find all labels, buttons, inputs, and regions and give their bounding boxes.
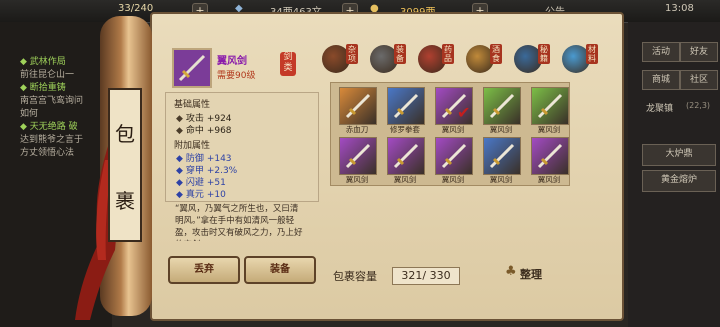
quest-line: 方丈领悟心法 (20, 148, 75, 158)
attr-label: 命中 (185, 126, 204, 136)
stamina-value: 33/240 (118, 3, 154, 14)
inventory-grid: 赤血刀 修罗拳套 翼风剑 翼风剑 翼风剑 翼风剑 翼风剑 翼风剑 翼风剑 翼风剑 ✔ (330, 82, 570, 186)
tab-label[interactable]: 装备 (394, 44, 406, 64)
item-label: 翼风剑 (489, 125, 513, 134)
inventory-slot[interactable] (435, 137, 473, 175)
inventory-slot[interactable] (387, 87, 425, 125)
inventory-slot[interactable] (483, 137, 521, 175)
equip-button[interactable]: 装备 (244, 256, 316, 284)
quest-line[interactable]: ◆ 断拾重铸 (20, 80, 66, 93)
tab-label[interactable]: 秘籍 (538, 44, 550, 64)
community-button[interactable]: 社区 (680, 70, 718, 90)
weapon-icon (489, 93, 515, 119)
tab-label[interactable]: 杂项 (346, 44, 358, 64)
weapon-icon (345, 93, 371, 119)
weapon-icon (537, 143, 563, 169)
capacity-value: 321/ 330 (392, 267, 460, 285)
quest-line: 如何 (20, 109, 39, 119)
discard-label: 丢弃 (194, 264, 214, 275)
item-label: 翼风剑 (441, 175, 465, 184)
extra-attr-title: 附加属性 (174, 141, 211, 151)
title-char-1: 包 (115, 122, 135, 146)
item-label: 翼风剑 (537, 125, 561, 134)
weapon-icon (345, 143, 371, 169)
inventory-slot[interactable] (483, 87, 521, 125)
inventory-title-label: 包 裹 (108, 88, 142, 242)
quest-line: 南宫宫飞鸾询问 (20, 96, 84, 106)
sort-button[interactable]: 整理 (520, 266, 542, 282)
discard-button[interactable]: 丢弃 (168, 256, 240, 284)
quest-line: 前往昆仑山一 (20, 70, 75, 80)
attributes-panel: 基础属性 ◆ 攻击 +924 ◆ 命中 +968 附加属性 ◆ 防御 +143 ◆ 穿甲… (165, 92, 319, 202)
item-type-badge: 剑类 (280, 52, 296, 76)
tab-label[interactable]: 药品 (442, 44, 454, 64)
weapon-icon (489, 143, 515, 169)
weapon-icon (393, 143, 419, 169)
equip-label: 装备 (270, 264, 290, 275)
attr-row: ◆ 命中 +968 (176, 126, 232, 136)
location-coord: (22,3) (686, 101, 711, 110)
selected-check-icon: ✔ (457, 103, 471, 122)
item-name: 翼风剑 (217, 56, 247, 67)
location-name: 龙聚镇 (646, 104, 674, 114)
title-char-2: 裹 (115, 189, 135, 213)
inventory-slot[interactable] (339, 137, 377, 175)
attr-value: +968 (206, 126, 232, 136)
item-label: 翼风剑 (537, 175, 561, 184)
activity-button[interactable]: 活动 (642, 42, 680, 62)
attr-row: ◆ 真元 +10 (176, 190, 226, 200)
right-menu-panel: 活动 好友 商城 社区 龙聚镇 (22,3) 大炉鼎 黄金熔炉 (628, 22, 720, 327)
clock: 13:08 (665, 3, 694, 14)
item-description: “翼风，乃翼气之所生也，又曰清明风。”拿在手中有如清风一般轻盈，攻击时又有破风之… (175, 204, 303, 241)
selected-item-icon[interactable] (172, 48, 212, 88)
friends-button[interactable]: 好友 (680, 42, 718, 62)
item-label: 修罗拳套 (390, 125, 420, 134)
quest-line[interactable]: ◆ 天无绝路 破 (20, 119, 78, 132)
weapon-icon (537, 93, 563, 119)
attr-value: +10 (206, 190, 226, 200)
quest-line[interactable]: ◆ 武林作局 (20, 54, 66, 67)
tab-label[interactable]: 材料 (586, 44, 598, 64)
item-type-text: 剑类 (283, 52, 293, 73)
gold-furnace-label: 黄金熔炉 (660, 175, 697, 185)
inventory-slot[interactable] (339, 87, 377, 125)
bag-icon: ♣ (505, 264, 517, 279)
attr-label: 真元 (185, 190, 204, 200)
base-attr-title: 基础属性 (174, 100, 211, 110)
item-requirement: 需要90级 (217, 71, 256, 81)
capacity-label: 包裹容量 (333, 270, 377, 283)
item-label: 翼风剑 (393, 175, 417, 184)
inventory-slot[interactable] (531, 87, 569, 125)
inventory-slot[interactable] (387, 137, 425, 175)
furnace-button[interactable]: 大炉鼎 (642, 144, 716, 166)
item-label: 翼风剑 (441, 125, 465, 134)
inventory-slot[interactable] (531, 137, 569, 175)
gold-furnace-button[interactable]: 黄金熔炉 (642, 170, 716, 192)
item-label: 赤血刀 (345, 125, 369, 134)
weapon-icon (441, 143, 467, 169)
weapon-icon (393, 93, 419, 119)
item-label: 翼风剑 (345, 175, 369, 184)
shop-button[interactable]: 商城 (642, 70, 680, 90)
sword-icon (174, 50, 210, 86)
tab-label[interactable]: 酒食 (490, 44, 502, 64)
item-label: 翼风剑 (489, 175, 513, 184)
furnace-label: 大炉鼎 (665, 149, 693, 159)
